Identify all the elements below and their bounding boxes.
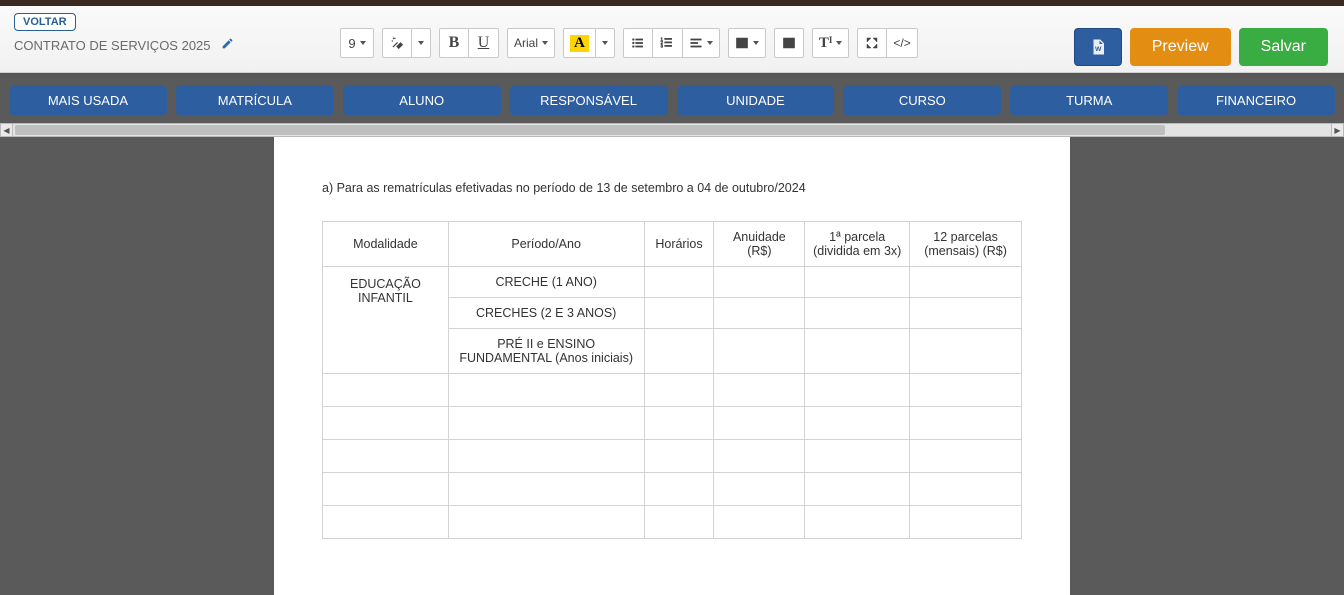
unordered-list-button[interactable] [623,28,653,58]
tab-turma[interactable]: TURMA [1010,86,1168,115]
document-paragraph[interactable]: a) Para as rematrículas efetivadas no pe… [322,181,1022,195]
cell-empty[interactable] [714,329,805,374]
caret-icon [753,41,759,45]
scroll-thumb[interactable] [15,125,1165,135]
save-button[interactable]: Salvar [1239,28,1328,66]
preview-button[interactable]: Preview [1130,28,1231,66]
underline-button[interactable]: U [469,28,499,58]
th-periodo: Período/Ano [448,222,644,267]
image-button[interactable] [774,28,804,58]
cell-empty[interactable] [644,267,714,298]
table-dropdown[interactable] [728,28,766,58]
tab-aluno[interactable]: ALUNO [343,86,501,115]
cell-periodo[interactable]: PRÉ II e ENSINO FUNDAMENTAL (Anos inicia… [448,329,644,374]
caret-icon [836,41,842,45]
svg-text:W: W [1095,46,1102,53]
horizontal-scrollbar[interactable]: ◀ ▶ [0,123,1344,137]
word-icon: W [1089,38,1107,56]
code-view-button[interactable]: </> [887,28,917,58]
edit-title-icon[interactable] [221,37,234,53]
table-header-row: Modalidade Período/Ano Horários Anuidade… [323,222,1022,267]
th-doze-parcelas: 12 parcelas (mensais) (R$) [910,222,1022,267]
cell-empty[interactable] [910,267,1022,298]
editor-toolbar: 9 B U Arial A [340,6,918,58]
cell-empty[interactable] [714,267,805,298]
scroll-right-arrow[interactable]: ▶ [1331,124,1343,136]
cell-empty[interactable] [805,267,910,298]
table-row[interactable] [323,473,1022,506]
tab-unidade[interactable]: UNIDADE [677,86,835,115]
text-height-dropdown[interactable]: TI [812,28,850,58]
caret-icon [602,41,608,45]
fullscreen-button[interactable] [857,28,887,58]
table-row[interactable]: EDUCAÇÃO INFANTIL CRECHE (1 ANO) [323,267,1022,298]
fontsize-value: 9 [348,36,355,51]
cell-empty[interactable] [644,329,714,374]
fontsize-dropdown[interactable]: 9 [340,28,374,58]
caret-icon [360,41,366,45]
cell-empty[interactable] [805,298,910,329]
ordered-list-button[interactable]: 123 [653,28,683,58]
table-row[interactable] [323,374,1022,407]
fontname-value: Arial [514,36,538,50]
table-row[interactable] [323,407,1022,440]
caret-icon [418,41,424,45]
th-horarios: Horários [644,222,714,267]
bold-button[interactable]: B [439,28,469,58]
tab-matricula[interactable]: MATRÍCULA [176,86,334,115]
fontname-dropdown[interactable]: Arial [507,28,555,58]
code-icon: </> [893,36,910,50]
cell-periodo[interactable]: CRECHE (1 ANO) [448,267,644,298]
document-title: CONTRATO DE SERVIÇOS 2025 [14,38,211,53]
tab-financeiro[interactable]: FINANCEIRO [1177,86,1335,115]
cell-empty[interactable] [805,329,910,374]
tab-responsavel[interactable]: RESPONSÁVEL [510,86,668,115]
align-dropdown[interactable] [683,28,720,58]
table-row[interactable] [323,440,1022,473]
th-primeira-parcela: 1ª parcela (dividida em 3x) [805,222,910,267]
scroll-left-arrow[interactable]: ◀ [1,124,13,136]
cell-empty[interactable] [910,298,1022,329]
contract-table[interactable]: Modalidade Período/Ano Horários Anuidade… [322,221,1022,539]
text-height-icon: TI [819,35,833,52]
cell-periodo[interactable]: CRECHES (2 E 3 ANOS) [448,298,644,329]
highlight-icon: A [570,35,589,52]
cell-empty[interactable] [644,298,714,329]
caret-icon [707,41,713,45]
cell-empty[interactable] [714,298,805,329]
th-modalidade: Modalidade [323,222,449,267]
paragraph-text: a) Para as rematrículas efetivadas no pe… [322,181,806,195]
table-row[interactable] [323,506,1022,539]
header-toolbar: VOLTAR CONTRATO DE SERVIÇOS 2025 9 B U [0,6,1344,73]
th-anuidade: Anuidade (R$) [714,222,805,267]
cell-modalidade[interactable]: EDUCAÇÃO INFANTIL [323,267,449,374]
caret-icon [542,41,548,45]
cell-empty[interactable] [910,329,1022,374]
category-tabs: MAIS USADA MATRÍCULA ALUNO RESPONSÁVEL U… [0,73,1344,115]
magic-style-caret[interactable] [412,28,431,58]
document-area: a) Para as rematrículas efetivadas no pe… [0,137,1344,595]
document-page[interactable]: a) Para as rematrículas efetivadas no pe… [274,137,1070,595]
tab-curso[interactable]: CURSO [843,86,1001,115]
highlight-caret[interactable] [596,28,615,58]
svg-text:3: 3 [661,44,664,49]
magic-style-button[interactable] [382,28,412,58]
underline-icon: U [478,34,490,52]
highlight-button[interactable]: A [563,28,596,58]
bold-icon: B [449,34,460,52]
back-button[interactable]: VOLTAR [14,13,76,31]
tab-mais-usada[interactable]: MAIS USADA [9,86,167,115]
export-word-button[interactable]: W [1074,28,1122,66]
